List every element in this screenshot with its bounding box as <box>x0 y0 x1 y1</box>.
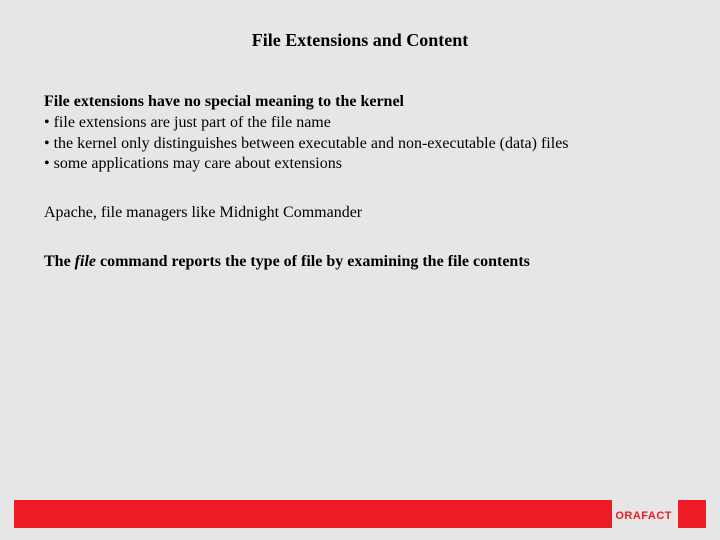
footer-bar-left <box>14 500 612 528</box>
footer-bar-right <box>678 500 706 528</box>
para-1: File extensions have no special meaning … <box>44 92 676 175</box>
para-2: Apache, file managers like Midnight Comm… <box>44 203 676 224</box>
para-3-rest: command reports the type of file by exam… <box>96 253 530 270</box>
para-3: The file command reports the type of fil… <box>44 252 676 273</box>
bullet-2: • the kernel only distinguishes between … <box>44 134 676 155</box>
footer-brand: ORAFACT <box>615 510 672 522</box>
bullet-1: • file extensions are just part of the f… <box>44 113 676 134</box>
slide: File Extensions and Content File extensi… <box>0 0 720 540</box>
para-3-lead: The <box>44 253 75 270</box>
bullet-3: • some applications may care about exten… <box>44 154 676 175</box>
footer: ORAFACT <box>0 500 720 528</box>
slide-body: File extensions have no special meaning … <box>44 92 676 273</box>
file-command: file <box>75 253 96 270</box>
para-1-heading: File extensions have no special meaning … <box>44 92 676 113</box>
slide-title: File Extensions and Content <box>0 30 720 51</box>
